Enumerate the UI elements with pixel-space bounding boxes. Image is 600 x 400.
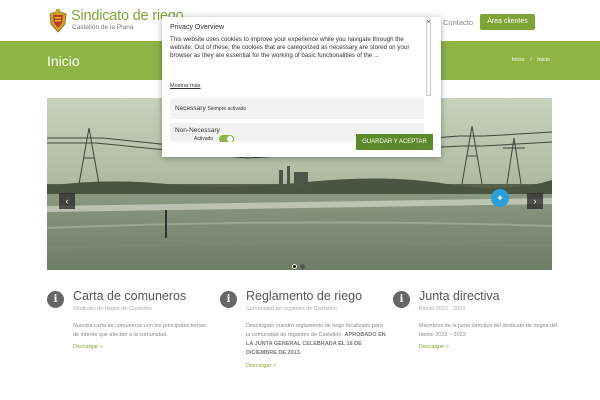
page-title: Inicio <box>47 53 80 69</box>
category-status: Siempre activado <box>207 106 247 112</box>
download-link[interactable]: Descargar » <box>73 344 103 350</box>
show-more-link[interactable]: Mostrar más <box>170 83 201 89</box>
feature-title: Junta directiva <box>419 289 500 303</box>
breadcrumb-separator: / <box>530 57 532 63</box>
feature-text: Descárgate nuestro reglamento de riego l… <box>246 322 386 358</box>
slider-dot-1[interactable] <box>292 264 297 269</box>
info-icon: i <box>393 291 410 308</box>
modal-body-text: This website uses cookies to improve you… <box>170 36 410 59</box>
category-name: Non-Necessary <box>175 127 220 134</box>
info-icon: i <box>220 291 237 308</box>
cookie-category-necessary[interactable]: Necessary Siempre activado <box>170 98 424 119</box>
category-name-text: Necessary <box>175 105 206 112</box>
slider-dot-2[interactable] <box>300 264 305 269</box>
site-subtitle: Castellón de la Plana <box>72 24 134 31</box>
breadcrumb: Inicio / Inicio <box>510 57 552 63</box>
breadcrumb-home-link[interactable]: Inicio <box>512 57 525 63</box>
client-area-button[interactable]: Área clientes <box>480 14 535 30</box>
category-name: Necessary Siempre activado <box>175 105 246 112</box>
nav-contact-link[interactable]: Contacto <box>443 18 473 27</box>
feature-title: Carta de comuneros <box>73 289 187 303</box>
feature-text: Miembros de la junta directiva del sindi… <box>419 323 558 338</box>
info-icon: i <box>47 291 64 308</box>
cookie-privacy-modal: × Privacy Overview This website uses coo… <box>162 17 441 157</box>
feature-text: Nuestra carta de comuneros con los princ… <box>73 323 206 338</box>
twitter-icon[interactable]: ✦ <box>491 189 509 207</box>
slider-dots <box>292 256 308 274</box>
save-and-accept-button[interactable]: GUARDAR Y ACEPTAR <box>356 134 433 150</box>
feature-subtitle: Comunidad de regantes de Castellón <box>246 306 337 312</box>
toggle-label: Activado <box>194 136 214 142</box>
breadcrumb-current: Inicio <box>537 57 550 63</box>
feature-title: Reglamento de riego <box>246 289 363 303</box>
download-link[interactable]: Descargar » <box>246 363 276 369</box>
toggle-knob <box>227 136 233 142</box>
download-link[interactable]: Descargar » <box>419 344 449 350</box>
modal-scrollbar[interactable] <box>426 22 431 96</box>
coat-of-arms-icon[interactable] <box>48 9 68 33</box>
slider-next-arrow-icon[interactable]: › <box>527 193 543 209</box>
feature-subtitle: Bienio 2022 - 2023 <box>419 306 466 312</box>
slider-prev-arrow-icon[interactable]: ‹ <box>59 193 75 209</box>
non-necessary-toggle[interactable] <box>219 135 234 142</box>
feature-subtitle: Sindicato de riegos de Castellón <box>73 306 152 312</box>
modal-title: Privacy Overview <box>170 24 225 31</box>
